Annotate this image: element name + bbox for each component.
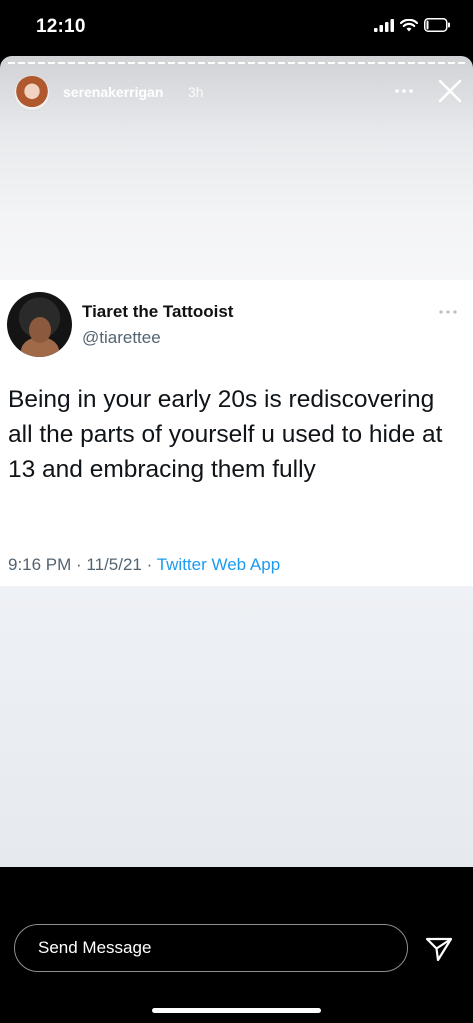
send-icon[interactable] [424, 935, 454, 963]
signal-icon [374, 18, 394, 32]
tweet-card: Tiaret the Tattooist @tiarettee Being in… [0, 280, 473, 586]
tweet-date: 11/5/21 [86, 555, 142, 574]
tweet-meta-separator: · [141, 555, 157, 574]
tweet-meta-separator: · [71, 555, 87, 574]
avatar-face [29, 317, 51, 343]
tweet-more-icon [439, 310, 457, 314]
tweet-author-avatar [7, 292, 72, 357]
story-time-ago: 3h [188, 84, 204, 100]
send-message-input[interactable]: Send Message [14, 924, 408, 972]
story-header: serenakerrigan 3h [0, 74, 473, 114]
send-message-placeholder: Send Message [38, 938, 152, 957]
tweet-meta: 9:16 PM · 11/5/21 · Twitter Web App [8, 555, 280, 575]
battery-icon [424, 18, 450, 32]
status-bar: 12:10 [0, 0, 473, 56]
home-indicator[interactable] [152, 1008, 321, 1013]
tweet-author-handle: @tiarettee [82, 328, 161, 347]
close-icon[interactable] [436, 77, 464, 105]
status-icons [374, 18, 451, 32]
story-viewer[interactable]: serenakerrigan 3h Tiaret the Tattooist @… [0, 56, 473, 867]
story-avatar[interactable] [14, 75, 50, 111]
reply-bar: Send Message [0, 867, 473, 1023]
tweet-author-name: Tiaret the Tattooist [82, 302, 234, 321]
tweet-time: 9:16 PM [8, 555, 72, 574]
wifi-icon [400, 18, 418, 31]
story-progress-bar [8, 62, 465, 64]
status-time: 12:10 [36, 16, 86, 37]
story-background-bottom [0, 586, 473, 867]
story-username[interactable]: serenakerrigan [63, 84, 163, 100]
tweet-text: Being in your early 20s is rediscovering… [8, 386, 443, 483]
more-icon[interactable] [392, 82, 416, 100]
tweet-source: Twitter Web App [156, 555, 281, 574]
